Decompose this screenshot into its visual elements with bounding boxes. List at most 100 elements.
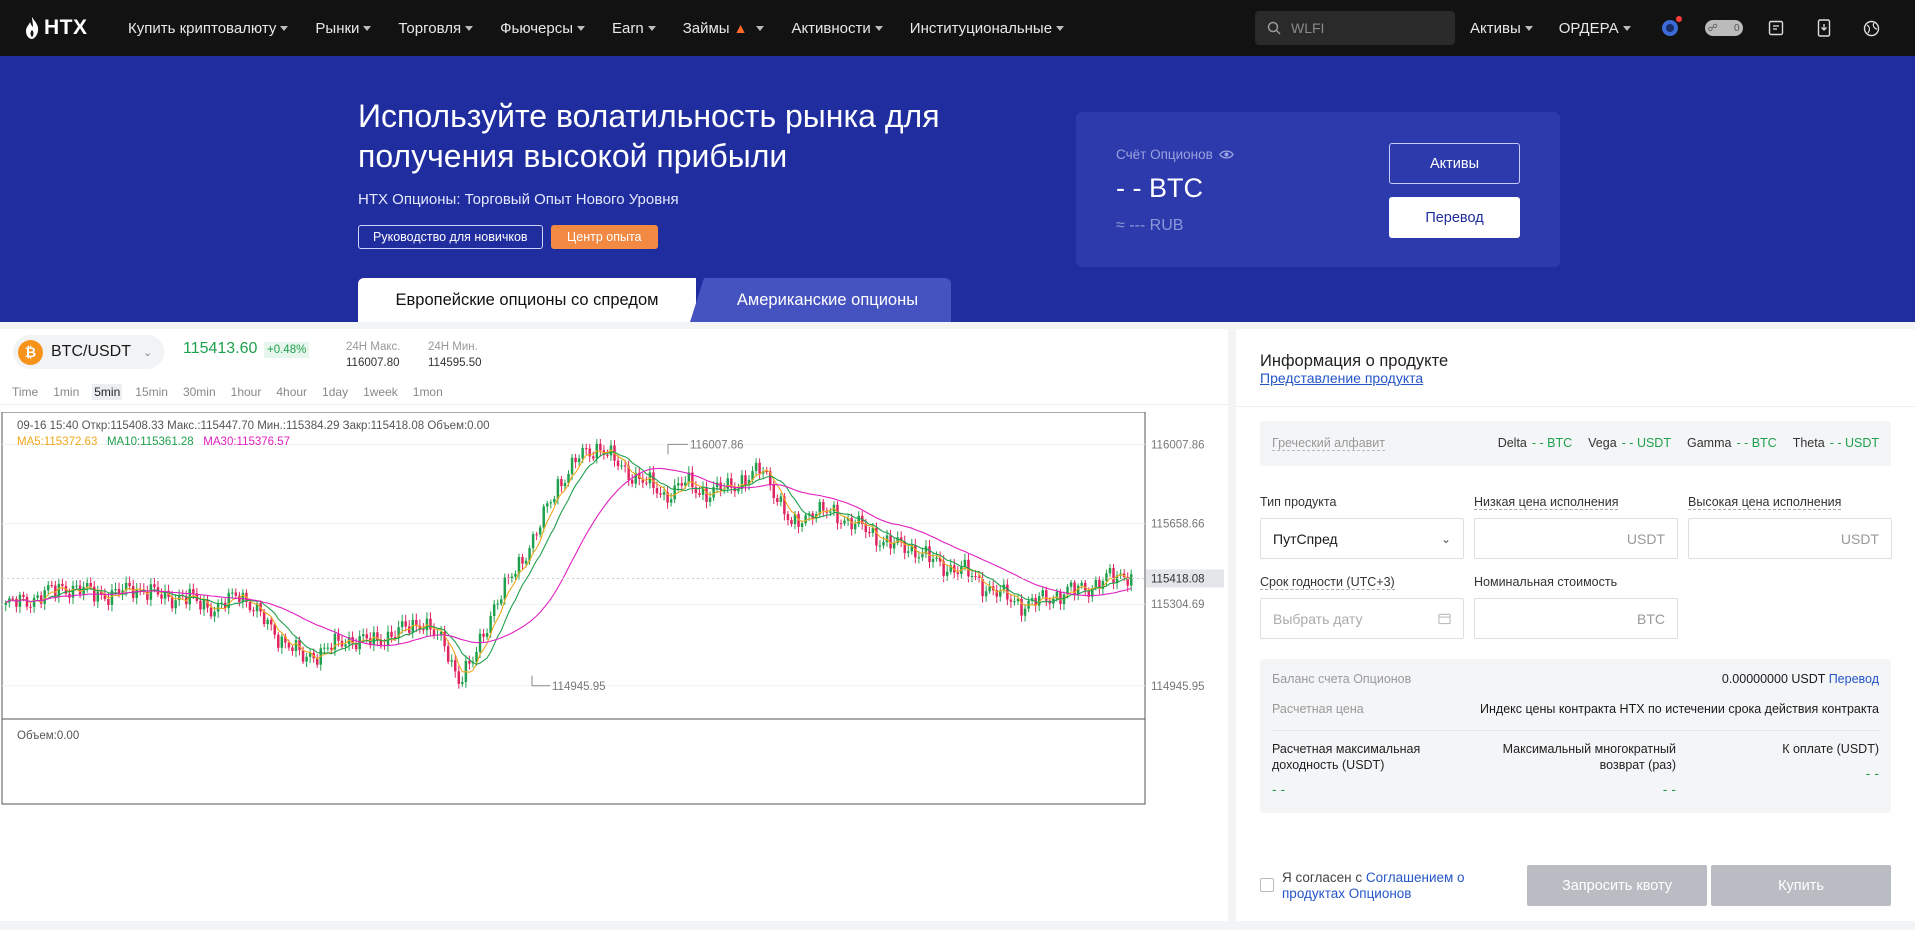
balance-value-wrap: 0.00000000 USDT Перевод	[1722, 672, 1879, 686]
globe-icon	[1863, 20, 1880, 36]
assets-button[interactable]: Активы	[1389, 143, 1520, 184]
nav-activities[interactable]: Активности	[791, 20, 883, 37]
candle-body	[1023, 608, 1027, 616]
timeframe-5min[interactable]: 5min	[92, 383, 123, 400]
candle-body	[616, 460, 620, 467]
last-price: 115413.60	[183, 340, 258, 357]
account-btc-value: - - BTC	[1116, 173, 1203, 203]
timeframe-1week[interactable]: 1week	[361, 384, 400, 400]
candle-body	[114, 588, 117, 591]
greek-name: Theta	[1792, 436, 1825, 450]
candle-body	[606, 454, 609, 456]
experience-center-button[interactable]: Центр опыта	[551, 225, 658, 249]
high-strike-field[interactable]: USDT	[1688, 518, 1892, 559]
candle-body	[209, 607, 213, 617]
nav-trade[interactable]: Торговля	[398, 20, 474, 37]
tab-american-options[interactable]: Американские опционы	[690, 278, 951, 322]
nav-assets[interactable]: Активы	[1470, 20, 1533, 37]
nav-orders[interactable]: ОРДЕРА	[1559, 20, 1631, 37]
nav-label: Активы	[1470, 19, 1521, 37]
nav-loans[interactable]: Займы ▲	[683, 20, 765, 37]
nav-earn[interactable]: Earn	[612, 20, 656, 37]
candle-body	[400, 621, 404, 628]
timeframe-1day[interactable]: 1day	[320, 384, 350, 400]
search-icon	[1267, 21, 1281, 35]
greeks-values: Delta - - BTC Vega - - USDT Gamma - - BTC T…	[1482, 436, 1879, 450]
user-avatar[interactable]	[1657, 15, 1683, 41]
notifications-button[interactable]	[1763, 15, 1789, 41]
chart-panel: ₿ BTC/USDT ⌄ 115413.60 +0.48% 24Н Макс. 1…	[0, 329, 1228, 921]
candle-body	[1129, 574, 1133, 586]
high-strike-input[interactable]	[1701, 530, 1835, 547]
nominal-field[interactable]: BTC	[1474, 598, 1678, 639]
unit-label: USDT	[1626, 530, 1665, 547]
candle-body	[1041, 590, 1044, 597]
htx-logo[interactable]: HTX	[24, 16, 94, 40]
search-box[interactable]	[1255, 11, 1455, 45]
timeframe-1hour[interactable]: 1hour	[229, 384, 264, 400]
search-input[interactable]	[1291, 20, 1441, 36]
low-strike-input[interactable]	[1487, 530, 1621, 547]
account-label-text: Счёт Опционов	[1116, 147, 1213, 162]
greek-name: Delta	[1497, 436, 1527, 450]
candle-body	[659, 493, 662, 495]
candle-body	[800, 523, 804, 527]
low-strike-field[interactable]: USDT	[1474, 518, 1678, 559]
candle-body	[535, 534, 538, 536]
nominal-input[interactable]	[1487, 610, 1631, 627]
agree-checkbox[interactable]	[1260, 878, 1274, 892]
product-intro-link[interactable]: Представление продукта	[1260, 370, 1423, 386]
beginner-guide-button[interactable]: Руководство для новичков	[358, 225, 543, 249]
min-price-label: 114945.95	[552, 681, 606, 693]
nav-institutional[interactable]: Институциональные	[910, 20, 1065, 37]
timeframe-30min[interactable]: 30min	[181, 384, 218, 400]
candle-body	[291, 647, 294, 651]
download-button[interactable]	[1811, 15, 1837, 41]
candle-body	[4, 602, 8, 605]
candle-body	[563, 483, 567, 487]
candle-body	[153, 584, 156, 588]
expiry-label: Срок годности (UTC+3)	[1260, 575, 1395, 590]
agree-prefix: Я согласен с	[1282, 870, 1366, 885]
nav-markets[interactable]: Рынки	[315, 20, 372, 37]
candle-body	[202, 600, 206, 610]
timeframe-4hour[interactable]: 4hour	[274, 384, 309, 400]
candle-body	[776, 498, 779, 503]
timeframe-15min[interactable]: 15min	[133, 384, 170, 400]
candle-body	[361, 634, 365, 637]
expiry-date-input[interactable]	[1273, 610, 1439, 627]
candle-body	[174, 600, 177, 609]
expiry-date-field[interactable]	[1260, 598, 1464, 639]
transfer-button[interactable]: Перевод	[1389, 197, 1520, 238]
tab-european-spread-options[interactable]: Европейские опционы со спредом	[358, 278, 696, 322]
candlestick-chart[interactable]: 116007.86 115658.66 115304.69 114945.95 1160…	[0, 412, 1228, 912]
candle-body	[1105, 573, 1108, 582]
nav-label: Фьючерсы	[500, 19, 574, 37]
nav-futures[interactable]: Фьючерсы	[500, 19, 586, 37]
max-multiple-col: Максимальный многократный возврат (раз) …	[1485, 741, 1676, 797]
candle-body	[390, 631, 393, 637]
timeframe-1mon[interactable]: 1mon	[411, 384, 445, 400]
caret-down-icon	[874, 25, 883, 31]
stat-label: 24Н Мин.	[428, 341, 478, 353]
pair-selector[interactable]: ₿ BTC/USDT ⌄	[13, 335, 165, 369]
payable-value: - -	[1865, 765, 1879, 781]
timeframe-1min[interactable]: 1min	[51, 384, 81, 400]
eye-icon[interactable]	[1219, 149, 1234, 160]
candle-body	[907, 551, 910, 553]
nav-buy-crypto[interactable]: Купить криптовалюту	[128, 20, 289, 37]
theme-toggle[interactable]: ☍ 0	[1704, 20, 1743, 36]
timeframe-Time[interactable]: Time	[10, 384, 40, 400]
ma-legend: MA5:115372.63 MA10:115361.28 MA30:115376…	[17, 436, 290, 448]
candle-body	[461, 682, 464, 684]
buy-button[interactable]: Купить	[1711, 865, 1891, 906]
candle-body	[868, 532, 871, 534]
balance-transfer-link[interactable]: Перевод	[1829, 672, 1879, 686]
candle-body	[337, 633, 340, 641]
candle-body	[570, 457, 574, 474]
request-quote-button[interactable]: Запросить квоту	[1527, 865, 1707, 906]
greek-value: - - BTC	[1736, 436, 1777, 450]
language-button[interactable]	[1859, 15, 1885, 41]
product-type-select[interactable]: ПутСпред ⌄	[1260, 518, 1464, 559]
candle-body	[1094, 579, 1098, 589]
